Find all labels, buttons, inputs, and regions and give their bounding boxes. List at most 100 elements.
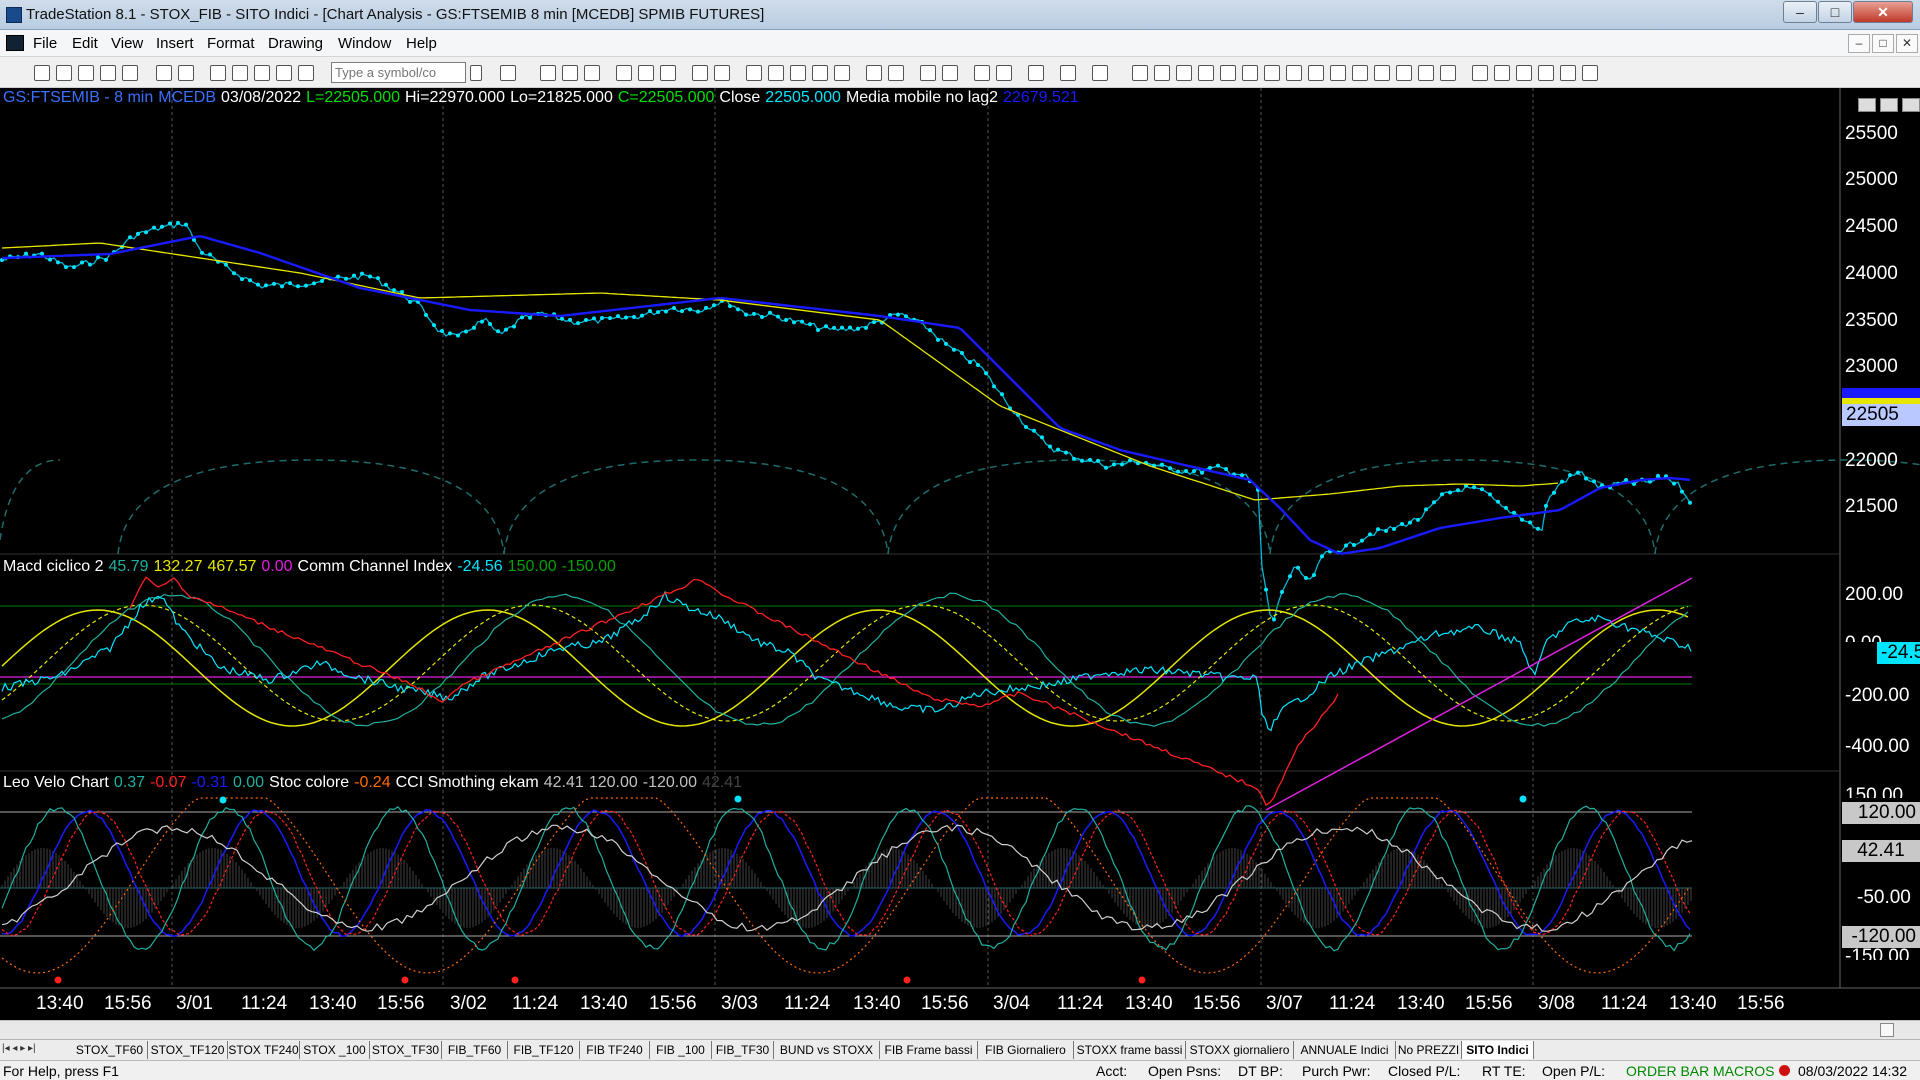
menu-view[interactable]: View — [111, 35, 143, 52]
sheet-tab[interactable]: STOX_TF60 — [72, 1041, 148, 1059]
chart-canvas[interactable] — [0, 88, 1920, 1020]
link-icon[interactable] — [714, 65, 730, 81]
menu-edit[interactable]: Edit — [72, 35, 98, 52]
sheet-tab[interactable]: FIB_TF120 — [508, 1041, 580, 1059]
mdi-restore-button[interactable]: □ — [1872, 34, 1894, 53]
menu-format[interactable]: Format — [207, 35, 255, 52]
vertical-lines-icon[interactable] — [1154, 65, 1170, 81]
scroll-left-arrow-icon[interactable] — [3, 1024, 15, 1036]
data-window-icon[interactable] — [996, 65, 1012, 81]
menu-window[interactable]: Window — [338, 35, 391, 52]
down-arrow-icon[interactable] — [1494, 65, 1510, 81]
sheet-tab[interactable]: BUND vs STOXX — [774, 1041, 880, 1059]
symbol-input[interactable] — [331, 62, 466, 83]
window-icon[interactable] — [692, 65, 708, 81]
sheet-tab[interactable]: FIB TF240 — [580, 1041, 650, 1059]
tab-navigation-arrows-icon[interactable]: |◂ ◂ ▸ ▸| — [2, 1043, 68, 1057]
open-icon[interactable] — [56, 65, 72, 81]
scan-icon[interactable] — [746, 65, 762, 81]
status-order-bar[interactable]: ORDER BAR — [1626, 1063, 1709, 1079]
line-icon[interactable] — [834, 65, 850, 81]
chart-window-icon[interactable] — [6, 35, 24, 51]
status-macros[interactable]: MACROS — [1713, 1063, 1774, 1079]
pane-minimize-button[interactable] — [1858, 98, 1876, 112]
print-icon[interactable] — [156, 65, 172, 81]
sheet-tab[interactable]: STOX _100 — [300, 1041, 370, 1059]
gann-icon[interactable] — [1220, 65, 1236, 81]
up-arrow-icon[interactable] — [1516, 65, 1532, 81]
regression-icon[interactable] — [1308, 65, 1324, 81]
menu-insert[interactable]: Insert — [156, 35, 194, 52]
sheet-tab[interactable]: ANNUALE Indici — [1294, 1041, 1396, 1059]
candle-icon[interactable] — [790, 65, 806, 81]
curve-icon[interactable] — [1472, 65, 1488, 81]
menu-drawing[interactable]: Drawing — [268, 35, 323, 52]
close-button[interactable]: ✕ — [1853, 1, 1913, 23]
parallel-lines-icon[interactable] — [1374, 65, 1390, 81]
new-icon[interactable] — [34, 65, 50, 81]
refresh-icon[interactable] — [638, 65, 654, 81]
mdi-minimize-button[interactable]: – — [1848, 34, 1870, 53]
fib-fan-icon[interactable] — [1286, 65, 1302, 81]
maximize-button[interactable]: □ — [1818, 1, 1852, 23]
ohlc-icon[interactable] — [812, 65, 828, 81]
sheet-tab[interactable]: No PREZZI — [1396, 1041, 1462, 1059]
pane-close-button[interactable] — [1902, 98, 1920, 112]
sheet-tab[interactable]: STOXX frame bassi — [1074, 1041, 1186, 1059]
symbol-dropdown-icon[interactable] — [470, 65, 482, 81]
sheet-tab[interactable]: FIB_TF30 — [712, 1041, 774, 1059]
copy-icon[interactable] — [100, 65, 116, 81]
radar-icon[interactable] — [232, 65, 248, 81]
paste-icon[interactable] — [122, 65, 138, 81]
minimize-button[interactable]: – — [1783, 1, 1817, 23]
chart-icon[interactable] — [210, 65, 226, 81]
sheet-tab[interactable]: FIB Giornaliero — [978, 1041, 1074, 1059]
text-icon[interactable] — [1582, 65, 1598, 81]
pane-restore-button[interactable] — [1880, 98, 1898, 112]
andrews-pitchfork-icon[interactable] — [1330, 65, 1346, 81]
zoom-in-icon[interactable] — [920, 65, 936, 81]
menu-file[interactable]: File — [33, 35, 57, 52]
symbol-lookup-icon[interactable] — [500, 65, 516, 81]
sheet-tab[interactable]: STOXX giornaliero — [1186, 1041, 1294, 1059]
menu-help[interactable]: Help — [406, 35, 437, 52]
rectangle-icon[interactable] — [1560, 65, 1576, 81]
horizontal-lines-icon[interactable] — [1176, 65, 1192, 81]
horizontal-scrollbar[interactable] — [0, 1020, 1920, 1039]
fib-icon[interactable] — [1198, 65, 1214, 81]
arc-icon[interactable] — [1396, 65, 1412, 81]
horizontal-arrow-icon[interactable] — [1352, 65, 1368, 81]
scroll-right-arrow-icon[interactable] — [1902, 1024, 1914, 1036]
fib-time-icon[interactable] — [1418, 65, 1434, 81]
ellipse-icon[interactable] — [1538, 65, 1554, 81]
insert-study-icon[interactable] — [540, 65, 556, 81]
indicator-icon[interactable] — [660, 65, 676, 81]
brush-icon[interactable] — [1440, 65, 1456, 81]
settings-icon[interactable] — [1092, 65, 1108, 81]
globe-icon[interactable] — [298, 65, 314, 81]
print-preview-icon[interactable] — [178, 65, 194, 81]
tools-icon[interactable] — [1028, 65, 1044, 81]
mdi-close-button[interactable]: ✕ — [1896, 34, 1918, 53]
sheet-tab[interactable]: STOX_TF120 — [148, 1041, 228, 1059]
sheet-tab[interactable]: FIB Frame bassi — [880, 1041, 978, 1059]
macro-icon[interactable] — [1060, 65, 1076, 81]
sheet-tab[interactable]: STOX TF240 — [228, 1041, 300, 1059]
trendline-icon[interactable] — [1132, 65, 1148, 81]
matrix-icon[interactable] — [768, 65, 784, 81]
zoom-out-icon[interactable] — [942, 65, 958, 81]
sheet-tab[interactable]: FIB _100 — [650, 1041, 712, 1059]
pointer-icon[interactable] — [974, 65, 990, 81]
sheet-tab[interactable]: SITO Indici — [1462, 1041, 1534, 1059]
scroll-thumb[interactable] — [1880, 1023, 1894, 1037]
chart-area[interactable]: GS:FTSEMIB - 8 min MCEDB 03/08/2022 L=22505… — [0, 88, 1920, 1020]
sheet-tab[interactable]: FIB_TF60 — [442, 1041, 508, 1059]
speed-lines-icon[interactable] — [1264, 65, 1280, 81]
workspace-icon[interactable] — [276, 65, 292, 81]
scroll-left-icon[interactable] — [866, 65, 882, 81]
lock-icon[interactable] — [254, 65, 270, 81]
scroll-right-icon[interactable] — [888, 65, 904, 81]
sheet-tab[interactable]: STOX_TF30 — [370, 1041, 442, 1059]
format-icon[interactable] — [562, 65, 578, 81]
bar-type-icon[interactable] — [616, 65, 632, 81]
